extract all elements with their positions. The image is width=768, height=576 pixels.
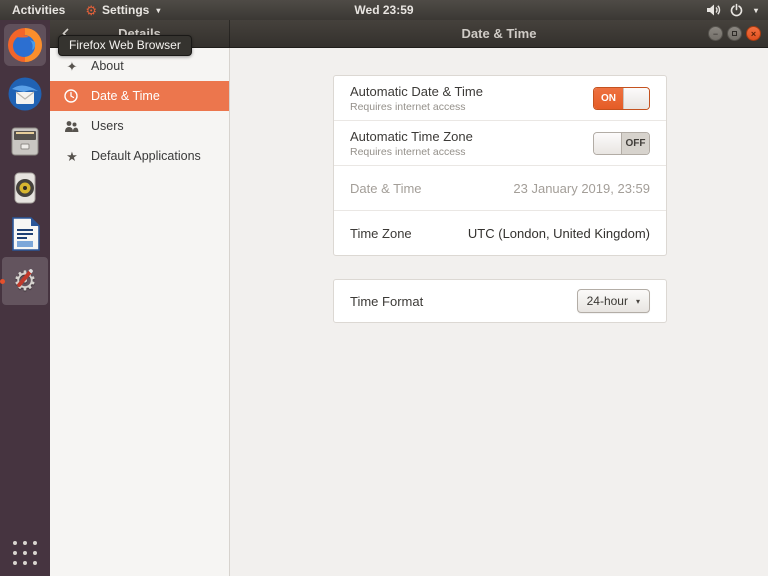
clock-icon <box>64 89 80 103</box>
dock-item-thunderbird[interactable] <box>4 73 46 115</box>
users-icon <box>64 120 80 133</box>
dock: ⚙ <box>0 20 50 576</box>
toggle-knob <box>623 88 649 109</box>
top-bar: Activities ⚙ Settings ▾ Wed 23:59 ▾ <box>0 0 768 20</box>
sparkle-icon: ✦ <box>64 60 80 73</box>
rhythmbox-icon <box>7 170 43 206</box>
sidebar-item-users[interactable]: Users <box>50 111 229 141</box>
dock-item-files[interactable] <box>4 120 46 162</box>
running-indicator <box>0 279 5 284</box>
sidebar-item-date-time[interactable]: Date & Time <box>50 81 229 111</box>
chevron-down-icon: ▾ <box>156 6 160 15</box>
system-status-area[interactable]: ▾ <box>706 3 768 17</box>
row-title: Time Zone <box>350 226 412 241</box>
chevron-down-icon: ▾ <box>636 297 640 306</box>
row-title: Date & Time <box>350 181 422 196</box>
sidebar-item-default-applications[interactable]: ★ Default Applications <box>50 141 229 171</box>
thunderbird-icon <box>6 75 44 113</box>
row-time-zone[interactable]: Time Zone UTC (London, United Kingdom) <box>334 211 666 256</box>
activities-button[interactable]: Activities <box>0 0 77 20</box>
maximize-button[interactable] <box>727 26 742 41</box>
row-subtitle: Requires internet access <box>350 101 483 113</box>
dock-item-settings[interactable]: ⚙ <box>2 257 48 305</box>
settings-card: Automatic Date & Time Requires internet … <box>333 75 667 256</box>
time-format-card: Time Format 24-hour ▾ <box>333 279 667 323</box>
app-menu-label: Settings <box>102 3 149 17</box>
automatic-time-zone-toggle[interactable]: OFF <box>593 132 650 155</box>
main-headerbar: Date & Time − × <box>230 20 768 47</box>
app-menu[interactable]: ⚙ Settings ▾ <box>77 0 168 20</box>
minimize-button[interactable]: − <box>708 26 723 41</box>
time-format-value: 24-hour <box>587 294 628 308</box>
sidebar-item-label: Date & Time <box>91 89 160 103</box>
date-time-panel: Automatic Date & Time Requires internet … <box>230 48 768 576</box>
row-date-time[interactable]: Date & Time 23 January 2019, 23:59 <box>334 166 666 211</box>
time-format-label: Time Format <box>350 294 423 309</box>
volume-icon <box>706 3 721 17</box>
time-format-dropdown[interactable]: 24-hour ▾ <box>577 289 650 313</box>
show-applications-button[interactable] <box>12 540 38 566</box>
sidebar-item-label: About <box>91 59 124 73</box>
star-icon: ★ <box>64 150 80 163</box>
settings-app-icon: ⚙ <box>85 4 97 17</box>
writer-icon <box>8 216 42 252</box>
row-title: Automatic Time Zone <box>350 129 473 144</box>
row-subtitle: Requires internet access <box>350 146 473 158</box>
row-title: Automatic Date & Time <box>350 84 483 99</box>
dock-item-rhythmbox[interactable] <box>4 167 46 209</box>
time-zone-value: UTC (London, United Kingdom) <box>468 226 650 241</box>
chevron-down-icon: ▾ <box>754 6 758 15</box>
close-button[interactable]: × <box>746 26 761 41</box>
date-time-value: 23 January 2019, 23:59 <box>513 181 650 196</box>
settings-sidebar: ✦ About Date & Time Users ★ Default Appl… <box>50 48 230 576</box>
window-title: Date & Time <box>462 26 537 41</box>
power-icon <box>730 3 743 17</box>
dock-tooltip: Firefox Web Browser <box>58 35 192 56</box>
dock-item-writer[interactable] <box>4 213 46 255</box>
sidebar-item-label: Default Applications <box>91 149 201 163</box>
toggle-knob <box>594 133 622 154</box>
row-automatic-time-zone: Automatic Time Zone Requires internet ac… <box>334 121 666 166</box>
automatic-date-time-toggle[interactable]: ON <box>593 87 650 110</box>
dock-item-firefox[interactable] <box>4 24 46 66</box>
files-icon <box>7 123 43 159</box>
row-automatic-date-time: Automatic Date & Time Requires internet … <box>334 76 666 121</box>
sidebar-item-label: Users <box>91 119 124 133</box>
firefox-icon <box>6 26 44 64</box>
